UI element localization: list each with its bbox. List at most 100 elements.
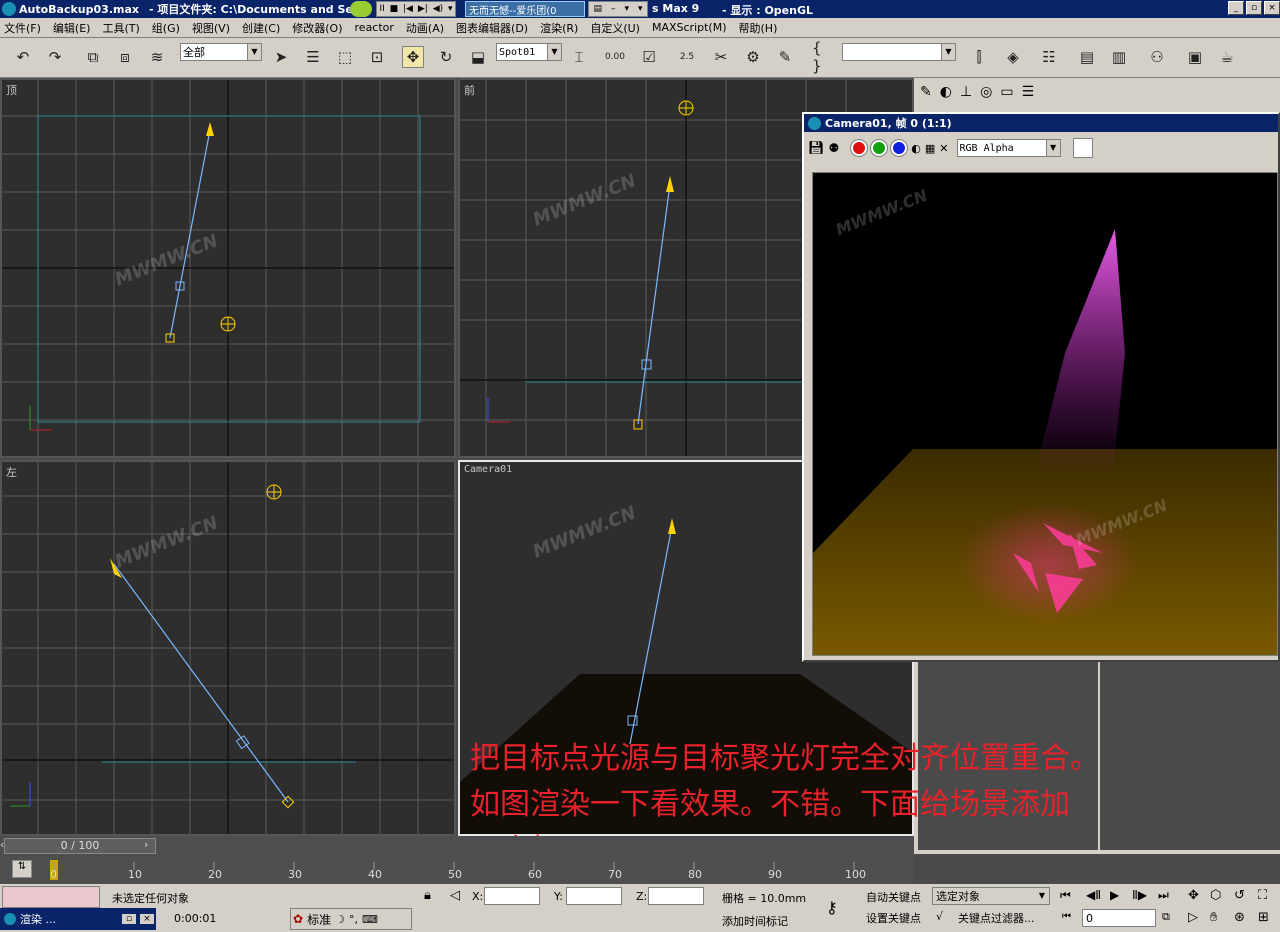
selection-filter-dropdown[interactable]: 全部 ▼ (180, 43, 262, 61)
media-player-icon[interactable] (350, 1, 372, 17)
auto-key-button[interactable]: 自动关键点 (866, 889, 921, 905)
rotate-icon[interactable]: ↻ (435, 46, 457, 68)
z-coordinate-field[interactable] (648, 887, 704, 905)
volume-icon[interactable]: ◀) (433, 4, 443, 14)
menu-help[interactable]: 帮助(H) (739, 20, 778, 36)
stop-icon[interactable]: ■ (390, 4, 399, 14)
zoom-extents-icon[interactable]: ⊞ (1258, 910, 1269, 925)
redo-icon[interactable]: ↷ (44, 46, 66, 68)
window-crossing-icon[interactable]: ⊡ (366, 46, 388, 68)
display-tab-icon[interactable]: ▭ (1000, 84, 1013, 100)
menu-file[interactable]: 文件(F) (4, 20, 41, 36)
maxscript-listener[interactable] (2, 886, 100, 908)
hand-icon[interactable]: ✋︎ (1210, 910, 1217, 925)
named-selection-sets-dropdown[interactable]: ▼ (842, 43, 956, 61)
blue-channel-button[interactable] (890, 139, 909, 157)
player-mini-controls[interactable]: ▤ – ▾ ▾ (588, 1, 648, 17)
close-button[interactable]: × (1264, 1, 1280, 15)
mirror-icon[interactable]: ⫿ (968, 46, 990, 68)
time-config-icon[interactable]: ⧉ (1162, 910, 1170, 924)
spinner-snap-icon[interactable]: ⚙ (742, 46, 764, 68)
pivot-center-icon[interactable]: ⌶ (568, 46, 590, 68)
menu-tools[interactable]: 工具(T) (102, 20, 139, 36)
quick-render-icon[interactable]: ☕ (1216, 46, 1238, 68)
chevron-down-icon[interactable]: ▾ (624, 4, 629, 14)
next-frame-icon[interactable]: Ⅱ▶ (1132, 888, 1147, 902)
curly-braces-icon[interactable]: { } (812, 39, 834, 75)
snap-spinner-icon[interactable]: 0.00 (604, 46, 626, 68)
link-icon[interactable]: ⧉ (82, 46, 104, 68)
chevron-right-icon[interactable]: › (144, 838, 148, 851)
minimize-button[interactable]: _ (1228, 1, 1244, 15)
restore-icon[interactable]: ▫ (122, 914, 136, 924)
punctuation-icon[interactable]: °, (349, 913, 358, 926)
orbit-icon[interactable]: ↺ (1234, 888, 1245, 903)
menu-graph-editors[interactable]: 图表编辑器(D) (456, 20, 528, 36)
menu-reactor[interactable]: reactor (355, 21, 394, 34)
named-selection-dropdown[interactable]: Spot01 ▼ (496, 43, 562, 61)
viewport-left-label[interactable]: 左 (6, 464, 17, 480)
minimize-icon[interactable]: – (611, 4, 616, 14)
menu-group[interactable]: 组(G) (152, 20, 180, 36)
red-channel-button[interactable] (850, 139, 869, 157)
scale-icon[interactable]: ⬓ (467, 46, 489, 68)
half-width-icon[interactable]: ☽ (335, 913, 345, 926)
edit-named-selection-icon[interactable]: ✎ (774, 46, 796, 68)
layer-manager-icon[interactable]: ☷ (1038, 46, 1060, 68)
background-color-swatch[interactable] (1072, 138, 1093, 158)
clone-icon[interactable]: ⚉ (829, 141, 840, 155)
key-filters-button[interactable]: 关键点过滤器... (958, 910, 1035, 926)
create-tab-icon[interactable]: ✎ (920, 84, 932, 100)
track-bar[interactable]: ⇅ 0 10 20 30 40 50 60 70 80 90 100 (0, 856, 914, 884)
align-icon[interactable]: ◈ (1002, 46, 1024, 68)
now-playing-song[interactable]: 无而无憾--爱乐团(0 (465, 1, 585, 17)
viewport-top[interactable]: 顶 MWMW.CN (0, 78, 456, 458)
media-player-controls[interactable]: II ■ |◀ ▶| ◀) ▾ (376, 1, 456, 17)
key-mode-toggle-icon[interactable]: ⏮ (1062, 911, 1071, 922)
playlist-icon[interactable]: ▤ (593, 4, 602, 14)
alpha-channel-icon[interactable]: ◐ (911, 142, 921, 155)
menu-views[interactable]: 视图(V) (192, 20, 230, 36)
rectangular-selection-icon[interactable]: ⬚ (334, 46, 356, 68)
menu-create[interactable]: 创建(C) (242, 20, 280, 36)
clear-icon[interactable]: ✕ (939, 142, 948, 155)
angle-snap-icon[interactable]: 2.5 (676, 46, 698, 68)
rendered-frame-window[interactable]: Camera01, 帧 0 (1:1) 💾︎ ⚉ ◐ ▦ ✕ RGB Alpha… (802, 112, 1280, 662)
play-icon[interactable]: ▶ (1110, 888, 1119, 902)
pause-icon[interactable]: II (379, 4, 384, 14)
motion-tab-icon[interactable]: ◎ (980, 84, 992, 100)
schematic-view-icon[interactable]: ▥ (1108, 46, 1130, 68)
curve-editor-icon[interactable]: ▤ (1076, 46, 1098, 68)
maximize-viewport-icon[interactable]: ⛶ (1258, 888, 1267, 903)
select-by-name-icon[interactable]: ☰ (302, 46, 324, 68)
restore-button[interactable]: ▫ (1246, 1, 1262, 15)
keyboard-icon[interactable]: ⌨ (362, 913, 378, 926)
menu-customize[interactable]: 自定义(U) (590, 20, 640, 36)
menu-modifiers[interactable]: 修改器(O) (292, 20, 342, 36)
next-icon[interactable]: ▶| (418, 4, 428, 14)
chevron-down-icon[interactable]: ▾ (638, 4, 643, 14)
chevron-down-icon[interactable]: ▾ (448, 4, 453, 14)
viewport-front-label[interactable]: 前 (464, 82, 475, 98)
key-tangent-icon[interactable]: √ (936, 910, 943, 923)
go-to-end-icon[interactable]: ⏭ (1158, 888, 1169, 903)
dolly-icon[interactable]: ▷ (1188, 910, 1198, 925)
viewport-camera-label[interactable]: Camera01 (464, 464, 512, 475)
x-coordinate-field[interactable] (484, 887, 540, 905)
current-frame-field[interactable]: 0 (1082, 909, 1156, 927)
utilities-tab-icon[interactable]: ☰ (1022, 84, 1035, 100)
channel-dropdown[interactable]: RGB Alpha ▼ (956, 139, 1061, 157)
percent-snap-icon[interactable]: ✂ (710, 46, 732, 68)
save-icon[interactable]: 💾︎ (808, 141, 825, 156)
material-editor-icon[interactable]: ⚇ (1146, 46, 1168, 68)
absolute-mode-icon[interactable]: ◁ (450, 888, 460, 903)
menu-animation[interactable]: 动画(A) (406, 20, 444, 36)
ime-toolbar[interactable]: ✿ 标准 ☽ °, ⌨ (290, 908, 412, 930)
taskbar-button[interactable]: 渲染 ... ▫ × (0, 908, 156, 930)
unlink-icon[interactable]: ⧈ (114, 46, 136, 68)
previous-frame-icon[interactable]: ◀Ⅱ (1086, 888, 1101, 902)
render-scene-icon[interactable]: ▣ (1184, 46, 1206, 68)
lock-icon[interactable]: 🔒︎ (424, 888, 431, 903)
field-of-view-icon[interactable]: ⬡ (1210, 888, 1221, 903)
undo-icon[interactable]: ↶ (12, 46, 34, 68)
